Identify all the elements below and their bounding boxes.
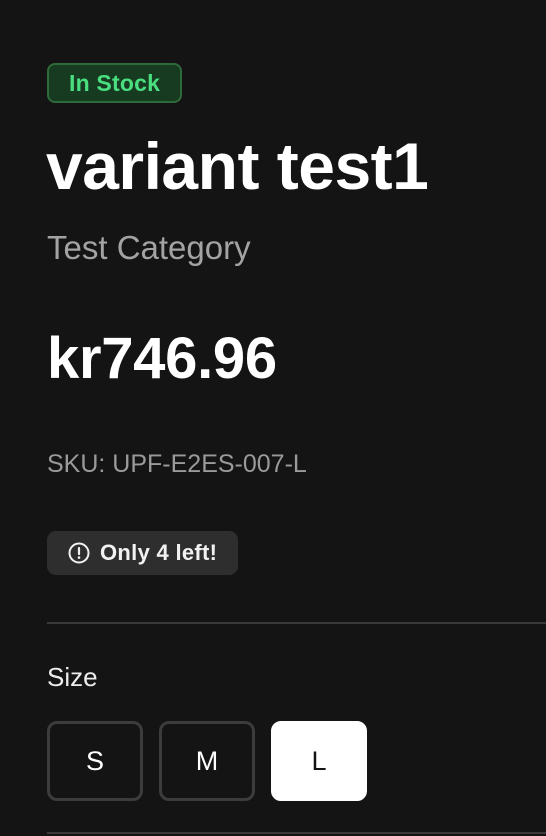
low-stock-label: Only 4 left! <box>100 540 218 565</box>
in-stock-badge: In Stock <box>47 63 183 103</box>
product-category: Test Category <box>47 229 251 266</box>
size-options: S M L <box>47 721 367 801</box>
size-option-l[interactable]: L <box>271 721 367 801</box>
divider <box>47 832 546 834</box>
size-option-s[interactable]: S <box>47 721 143 801</box>
product-sku: SKU: UPF-E2ES-007-L <box>47 450 307 478</box>
product-detail-panel: In Stock variant test1 Test Category kr7… <box>0 0 546 836</box>
alert-circle-icon <box>67 541 91 565</box>
product-price: kr746.96 <box>47 326 277 391</box>
low-stock-badge: Only 4 left! <box>47 531 239 575</box>
in-stock-label: In Stock <box>69 69 161 96</box>
size-option-m[interactable]: M <box>159 721 255 801</box>
size-label: Size <box>47 662 98 692</box>
divider <box>47 622 546 624</box>
product-title: variant test1 <box>46 129 429 203</box>
